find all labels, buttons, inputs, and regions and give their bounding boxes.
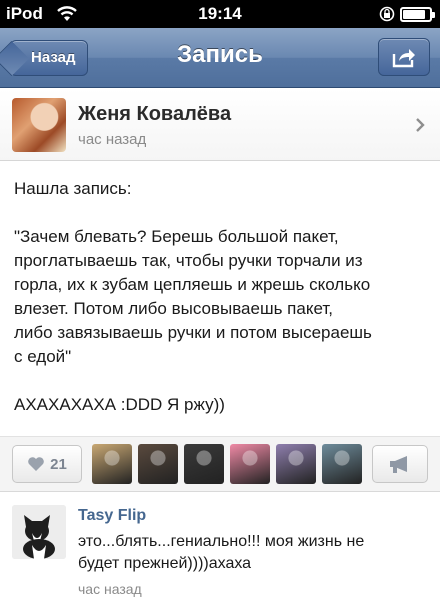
author-avatar[interactable] bbox=[12, 98, 66, 152]
post-author-row[interactable]: Женя Ковалёва час назад bbox=[0, 89, 440, 161]
post-line: проглатываешь так, чтобы ручки торчали и… bbox=[14, 251, 363, 270]
liker-avatar[interactable] bbox=[276, 444, 316, 484]
post-line: горла, их к зубам цепляешь и жрешь сколь… bbox=[14, 275, 371, 294]
repost-button[interactable] bbox=[372, 445, 428, 483]
back-button[interactable]: Назад bbox=[0, 40, 89, 77]
post-line: с едой" bbox=[14, 347, 72, 366]
megaphone-icon bbox=[390, 456, 407, 473]
navigation-bar: Назад Запись bbox=[0, 28, 440, 88]
liker-avatars bbox=[92, 444, 362, 484]
commenter-avatar[interactable] bbox=[12, 505, 66, 559]
post-line: "Зачем блевать? Берешь большой пакет, bbox=[14, 227, 339, 246]
battery-level bbox=[403, 9, 426, 19]
like-count: 21 bbox=[50, 455, 67, 473]
post-text: Нашла запись: "Зачем блевать? Берешь бол… bbox=[14, 177, 428, 417]
post-line: Нашла запись: bbox=[14, 179, 132, 198]
clock: 19:14 bbox=[198, 4, 242, 23]
liker-avatar[interactable] bbox=[92, 444, 132, 484]
post-line: АХАХАХАХА :DDD Я ржу)) bbox=[14, 395, 225, 414]
liker-avatar[interactable] bbox=[230, 444, 270, 484]
post-timestamp: час назад bbox=[78, 131, 147, 148]
rotation-lock-icon bbox=[379, 6, 395, 22]
status-bar: iPod 19:14 bbox=[0, 0, 440, 28]
chevron-right-icon bbox=[416, 118, 425, 132]
comment-item: Tasy Flip это...блять...гениально!!! моя… bbox=[0, 493, 440, 604]
comment-line: это...блять...гениально!!! моя жизнь не bbox=[78, 533, 365, 550]
post-line: влезет. Потом либо высовываешь пакет, bbox=[14, 299, 333, 318]
heart-icon bbox=[28, 457, 44, 471]
comment-timestamp: час назад bbox=[78, 581, 142, 597]
cat-avatar-image bbox=[12, 505, 66, 559]
back-button-label: Назад bbox=[31, 49, 76, 66]
liker-avatar[interactable] bbox=[322, 444, 362, 484]
share-button[interactable] bbox=[378, 38, 430, 76]
author-name: Женя Ковалёва bbox=[78, 103, 232, 125]
like-button[interactable]: 21 bbox=[12, 445, 82, 483]
post-actions: 21 bbox=[0, 436, 440, 492]
liker-avatar[interactable] bbox=[184, 444, 224, 484]
back-arrow-shape bbox=[0, 40, 30, 77]
comment-line: будет прежней))))ахаха bbox=[78, 555, 252, 572]
battery-icon bbox=[400, 6, 435, 22]
comment-author[interactable]: Tasy Flip bbox=[78, 507, 146, 525]
post-line: либо завязываешь ручки и потом высераешь bbox=[14, 323, 372, 342]
liker-avatar[interactable] bbox=[138, 444, 178, 484]
share-icon bbox=[392, 49, 415, 68]
comment-text: это...блять...гениально!!! моя жизнь не … bbox=[78, 531, 428, 575]
